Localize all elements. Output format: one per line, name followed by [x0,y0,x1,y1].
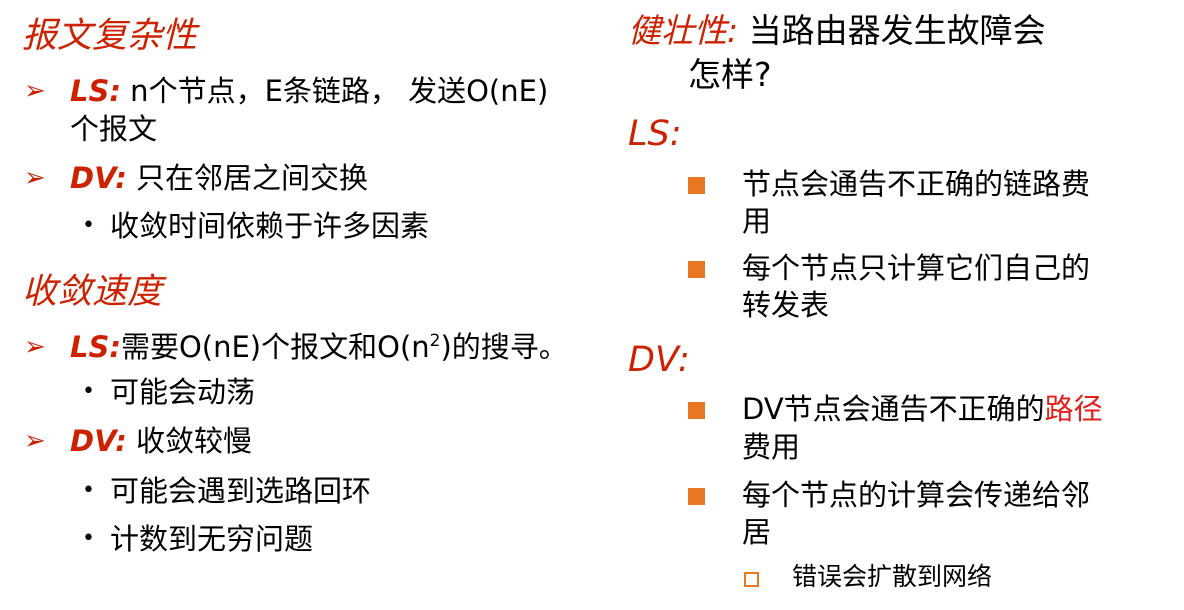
highlight-text: 路径 [1044,392,1103,426]
list-item-ls-speed: ➢ LS:需要O(nE)个报文和O(n2)的搜寻。 [24,328,568,366]
item-text: 只在邻居之间交换 [126,161,369,195]
item-label: LS: [70,330,121,364]
robustness-question: 当路由器发生故障会 [738,11,1046,50]
item-text: 需要O(nE)个报文和O(n [120,330,430,364]
item-label: DV: [70,161,127,195]
item-text: n个节点，E条链路， 发送O(nE) [120,74,549,108]
dv-item-propagates-cont: 居 [742,513,771,551]
item-text: DV节点会通告不正确的 [742,392,1045,426]
sub-item-oscillation: • 可能会动荡 [82,373,256,411]
ls-item-incorrect-cost: 节点会通告不正确的链路费 [688,165,1091,203]
section-title-convergence-speed: 收敛速度 [22,272,163,312]
arrow-bullet-icon: ➢ [24,426,46,456]
item-label: DV: [70,424,127,458]
list-item-dv-speed: ➢ DV: 收敛较慢 [24,422,253,460]
robustness-heading: 健壮性: 当路由器发生故障会 [628,10,1046,52]
sub-item-text: 收敛时间依赖于许多因素 [110,209,430,243]
ls-heading: LS: [628,114,682,154]
square-bullet-icon [688,261,705,278]
arrow-bullet-icon: ➢ [24,76,46,106]
dot-bullet-icon: • [82,478,95,503]
item-text-continued: 费用 [742,430,801,464]
robustness-heading-cont: 怎样? [688,54,772,96]
ls-item-incorrect-cost-cont: 用 [742,202,771,240]
ls-item-own-table: 每个节点只计算它们自己的 [688,249,1091,287]
dv-item-propagates: 每个节点的计算会传递给邻 [688,476,1091,514]
item-label: LS: [70,74,121,108]
dv-sub-item-error-spread: 错误会扩散到网络 [744,561,993,593]
sub-item-text: 错误会扩散到网络 [792,562,993,591]
list-item-dv-complexity: ➢ DV: 只在邻居之间交换 [24,159,369,197]
section-title-message-complexity: 报文复杂性 [22,16,198,56]
item-text-continued: 个报文 [70,112,158,146]
dot-bullet-icon: • [82,213,95,238]
list-item-ls-complexity-cont: 个报文 [70,110,157,148]
dv-item-incorrect-path-cost-cont: 费用 [742,428,800,466]
ls-item-own-table-cont: 转发表 [742,286,829,324]
sub-item-text: 可能会动荡 [110,375,256,409]
robustness-label: 健壮性: [628,11,739,50]
item-text: 每个节点的计算会传递给邻 [742,478,1091,512]
arrow-bullet-icon: ➢ [24,332,46,362]
dot-bullet-icon: • [82,526,95,551]
sub-item-text: 可能会遇到选路回环 [110,474,372,508]
item-text-continued: 转发表 [742,288,830,322]
superscript: 2 [429,331,441,351]
sub-item-convergence-time: • 收敛时间依赖于许多因素 [82,207,430,245]
item-text: 收敛较慢 [126,424,253,458]
item-text-end: )的搜寻。 [440,330,568,364]
item-text: 每个节点只计算它们自己的 [742,251,1091,285]
sub-item-routing-loops: • 可能会遇到选路回环 [82,472,372,510]
arrow-bullet-icon: ➢ [24,163,46,193]
sub-item-count-to-infinity: • 计数到无穷问题 [82,520,314,558]
robustness-question-continued: 怎样? [688,55,772,94]
square-bullet-icon [688,402,705,419]
hollow-square-bullet-icon [744,572,759,587]
item-text: 节点会通告不正确的链路费 [742,167,1091,201]
item-text-continued: 用 [742,204,772,238]
dv-item-incorrect-path-cost: DV节点会通告不正确的路径 [688,390,1103,428]
dv-heading: DV: [628,340,690,380]
square-bullet-icon [688,177,705,194]
square-bullet-icon [688,488,705,505]
sub-item-text: 计数到无穷问题 [110,522,314,556]
dot-bullet-icon: • [82,379,95,404]
item-text-continued: 居 [742,515,772,549]
list-item-ls-complexity: ➢ LS: n个节点，E条链路， 发送O(nE) [24,72,549,110]
